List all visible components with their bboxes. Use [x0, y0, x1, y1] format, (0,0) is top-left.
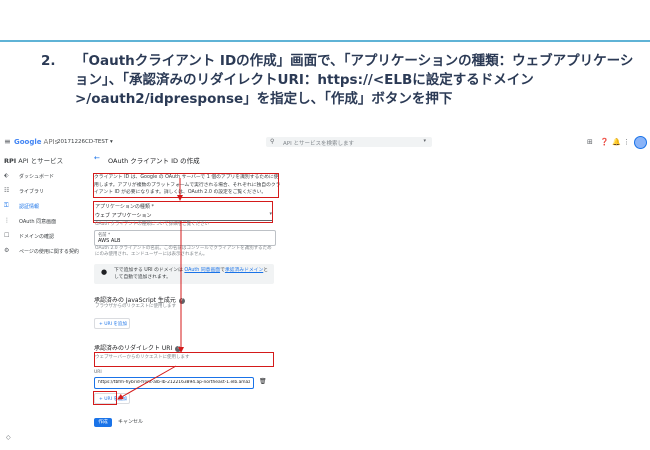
- google-apis-logo[interactable]: Google APIs: [14, 138, 58, 146]
- chevron-down-icon: ▾: [423, 138, 426, 144]
- info-text-pre: 下で追加する URI のドメインは: [114, 268, 183, 273]
- sidebar-item-consent[interactable]: ⋮ OAuth 同意画面: [4, 217, 86, 227]
- back-arrow-icon[interactable]: ←: [94, 154, 100, 162]
- name-value: AWS ALB: [98, 238, 121, 244]
- consent-icon: ⋮: [4, 217, 10, 224]
- sidebar-item-label: 認証情報: [19, 204, 40, 210]
- top-bar: ≡ Google APIs 20171226CD-TEST ▾ ⚲ API とサー…: [0, 136, 650, 150]
- add-js-origin-button[interactable]: + URI を追加: [94, 318, 130, 329]
- highlight-box-app-type: [93, 201, 273, 223]
- app-type-helper: OAuth クライアントの種類について詳細をご覧ください: [95, 222, 210, 227]
- redirect-uri-value: https://tbfm-hybrid-front-alb-lb-2122163…: [98, 380, 250, 385]
- library-icon: ☷: [4, 187, 10, 194]
- avatar[interactable]: [634, 136, 647, 149]
- logo-text: Google: [14, 138, 42, 146]
- add-uri-label: + URI を追加: [99, 322, 127, 327]
- sidebar-item-agreement[interactable]: ⚙ ページの使用に関する契約: [4, 247, 86, 257]
- sidebar-item-credentials[interactable]: ⚿ 認証情報: [4, 202, 86, 212]
- search-input[interactable]: ⚲ API とサービスを検索します ▾: [266, 137, 432, 147]
- page-title: OAuth クライアント ID の作成: [108, 157, 200, 165]
- sidebar-item-label: ページの使用に関する契約: [19, 249, 79, 255]
- trash-icon[interactable]: 🗑: [259, 378, 267, 385]
- main-content: ← OAuth クライアント ID の作成 クライアント ID は、Google…: [86, 150, 650, 450]
- consent-screen-link[interactable]: OAuth 同意画面: [184, 268, 220, 273]
- js-origin-helper: ブラウザからのリクエストに使用します: [95, 304, 176, 309]
- sidebar-item-label: ダッシュボード: [19, 174, 55, 180]
- name-helper: OAuth 2.0 クライアントの名前。この名前はコンソールでクライアントを識別…: [95, 246, 272, 257]
- project-selector[interactable]: 20171226CD-TEST ▾: [57, 139, 113, 145]
- more-vert-icon[interactable]: ⋮: [623, 138, 630, 146]
- help-circle-icon[interactable]: ?: [175, 345, 182, 352]
- sidebar-header: RPI API とサービス: [4, 155, 63, 165]
- highlight-box-add-uri: [93, 391, 117, 405]
- step-number: 2.: [41, 53, 56, 69]
- info-text: 下で追加する URI のドメインは OAuth 同意画面で承認済みドメインとして…: [114, 267, 270, 281]
- sidebar: RPI API とサービス ⬖ ダッシュボード ☷ ライブラリ ⚿ 認証情報 ⋮…: [0, 150, 86, 450]
- cancel-button[interactable]: キャンセル: [118, 418, 143, 427]
- api-icon: RPI: [4, 157, 17, 165]
- redirect-uri-input[interactable]: https://tbfm-hybrid-front-alb-lb-2122163…: [94, 377, 254, 389]
- search-placeholder: API とサービスを検索します: [283, 141, 354, 147]
- sidebar-item-label: ライブラリ: [19, 189, 45, 195]
- dashboard-icon: ⬖: [4, 172, 9, 179]
- sidebar-title: API とサービス: [18, 157, 64, 165]
- sidebar-item-domain[interactable]: ☐ ドメインの確認: [4, 232, 86, 242]
- info-box: ● 下で追加する URI のドメインは OAuth 同意画面で承認済みドメインと…: [94, 264, 274, 284]
- redirect-uri-title: 承認済みのリダイレクト URI?: [94, 343, 182, 352]
- authorized-domain-link[interactable]: 承認済みドメイン: [225, 268, 263, 273]
- uri-label: URI: [94, 370, 102, 375]
- domain-icon: ☐: [4, 232, 10, 239]
- info-icon: ●: [101, 268, 108, 276]
- sidebar-item-dashboard[interactable]: ⬖ ダッシュボード: [4, 172, 86, 182]
- sidebar-item-label: ドメインの確認: [19, 234, 55, 240]
- search-icon: ⚲: [270, 138, 275, 145]
- agreement-icon: ⚙: [4, 247, 10, 254]
- notifications-icon[interactable]: 🔔: [612, 138, 621, 146]
- key-icon: ⚿: [4, 202, 9, 209]
- sidebar-item-label: OAuth 同意画面: [19, 219, 57, 225]
- highlight-box-intro: [93, 173, 279, 198]
- help-circle-icon[interactable]: ?: [178, 297, 185, 304]
- menu-icon[interactable]: ≡: [4, 137, 11, 146]
- sidebar-item-library[interactable]: ☷ ライブラリ: [4, 187, 86, 197]
- step-text: 「Oauthクライアント IDの作成」画面で、「アプリケーションの種類：ウェブア…: [75, 53, 634, 107]
- slide-divider: [0, 40, 650, 42]
- collapse-sidebar-icon[interactable]: ◇: [6, 434, 11, 441]
- help-icon[interactable]: ❓: [600, 138, 609, 146]
- create-button[interactable]: 作成: [94, 418, 112, 427]
- name-field[interactable]: 名前 * AWS ALB: [94, 230, 276, 246]
- js-origin-title-text: 承認済みの JavaScript 生成元: [94, 297, 176, 304]
- highlight-box-redirect: [94, 352, 274, 367]
- js-origin-title: 承認済みの JavaScript 生成元?: [94, 295, 185, 304]
- redirect-uri-title-text: 承認済みのリダイレクト URI: [94, 345, 173, 352]
- apps-icon[interactable]: ⊞: [587, 138, 593, 146]
